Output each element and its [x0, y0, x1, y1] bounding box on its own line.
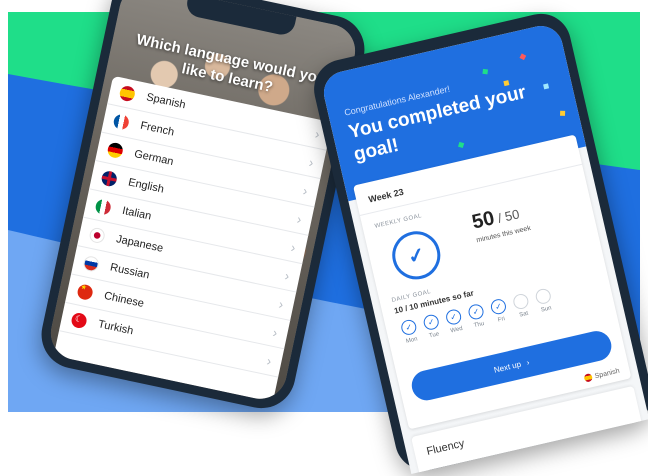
check-icon: ✓ [489, 297, 508, 316]
confetti [543, 83, 550, 90]
day-label: Mon [405, 336, 419, 345]
day-tue: ✓ Tue [421, 313, 443, 340]
day-label: Sat [518, 310, 529, 319]
turkey-flag-icon [70, 311, 89, 329]
chevron-right-icon: › [525, 357, 531, 367]
france-flag-icon [112, 112, 131, 131]
uk-flag-icon [100, 169, 119, 188]
weekly-goal-progress-ring: ✓ [387, 226, 446, 285]
china-flag-icon [76, 282, 95, 301]
next-up-label: Next up [492, 359, 522, 375]
germany-flag-icon [106, 140, 125, 159]
confetti [519, 53, 527, 61]
day-label: Tue [428, 331, 440, 340]
day-wed: ✓ Wed [444, 308, 466, 335]
day-fri: ✓ Fri [488, 297, 510, 324]
italy-flag-icon [94, 197, 113, 216]
empty-day-circle [534, 287, 553, 306]
current-language: Spanish [593, 367, 621, 380]
day-label: Sun [540, 305, 553, 314]
russia-flag-icon [82, 254, 101, 273]
day-label: Wed [450, 325, 464, 335]
confetti [560, 110, 566, 116]
spain-flag-icon [118, 84, 137, 103]
day-sun: Sun [533, 287, 555, 314]
next-up-button[interactable]: Next up › [408, 328, 615, 404]
day-thu: ✓ Thu [466, 302, 488, 330]
check-icon: ✓ [422, 313, 441, 332]
goal-card: Week 23 WEEKLY GOAL ✓ 50 / 50 minutes th… [353, 134, 632, 430]
check-icon: ✓ [444, 308, 463, 327]
spain-flag-icon [583, 373, 593, 383]
check-icon: ✓ [405, 243, 428, 269]
day-sat: Sat [511, 292, 533, 319]
weekly-goal-label: WEEKLY GOAL [374, 213, 423, 230]
week-label: Week 23 [367, 186, 405, 205]
japan-flag-icon [88, 226, 107, 244]
minutes-total: 50 [503, 206, 521, 225]
confetti [482, 68, 489, 75]
day-label: Thu [473, 320, 485, 330]
empty-day-circle [511, 292, 530, 311]
fluency-title: Fluency [425, 437, 466, 458]
day-mon: ✓ Mon [399, 318, 421, 345]
day-label: Fri [497, 316, 506, 324]
check-icon: ✓ [467, 302, 486, 321]
check-icon: ✓ [399, 318, 418, 337]
current-language-badge: Spanish [583, 367, 620, 383]
